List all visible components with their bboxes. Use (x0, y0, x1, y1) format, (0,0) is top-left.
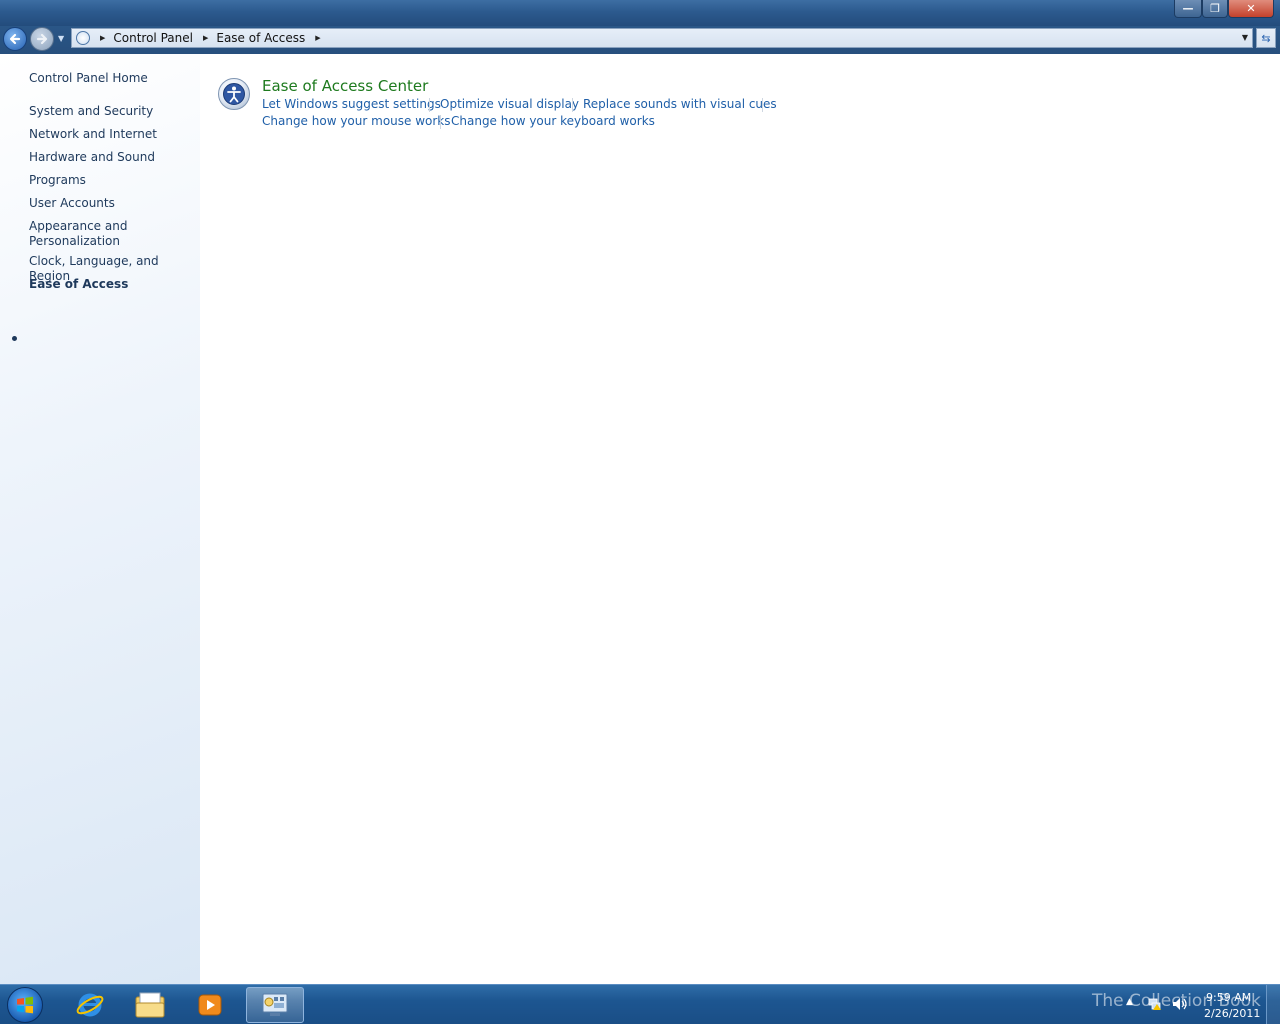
clock-time[interactable]: 9:59 AM (1206, 991, 1251, 1004)
change-mouse-settings-link[interactable]: Change how your mouse works (262, 114, 451, 128)
sidebar-item-system-and-security[interactable]: System and Security (29, 104, 194, 119)
show-desktop-button[interactable] (1266, 985, 1280, 1024)
refresh-button[interactable]: ⇆ (1256, 28, 1276, 48)
refresh-icon: ⇆ (1261, 31, 1271, 45)
control-panel-location-icon (76, 31, 90, 45)
taskbar-media-player[interactable] (182, 987, 238, 1023)
breadcrumb-separator-icon[interactable]: ▶ (100, 34, 105, 42)
let-windows-suggest-settings-link[interactable]: Let Windows suggest settings (262, 97, 441, 111)
forward-arrow-icon (36, 33, 48, 45)
back-button[interactable] (3, 27, 27, 51)
minimize-button[interactable]: — (1174, 0, 1202, 18)
internet-explorer-icon (76, 993, 104, 1017)
change-keyboard-settings-link[interactable]: Change how your keyboard works (451, 114, 655, 128)
sidebar-item-user-accounts[interactable]: User Accounts (29, 196, 194, 211)
minimize-icon: — (1182, 2, 1194, 15)
restore-button[interactable]: ❐ (1202, 0, 1228, 18)
link-divider (429, 98, 430, 112)
breadcrumb-control-panel[interactable]: Control Panel (113, 31, 193, 45)
control-panel-icon (262, 993, 288, 1016)
network-icon[interactable] (1148, 997, 1162, 1011)
breadcrumb-separator-icon[interactable]: ▶ (203, 34, 208, 42)
sidebar-item-programs[interactable]: Programs (29, 173, 194, 188)
ease-of-access-center-link[interactable]: Ease of Access Center (262, 77, 428, 95)
active-item-bullet-icon (12, 336, 17, 341)
start-orb-icon (17, 996, 33, 1014)
breadcrumb-ease-of-access[interactable]: Ease of Access (216, 31, 305, 45)
start-button[interactable] (7, 987, 43, 1023)
forward-button[interactable] (30, 27, 54, 51)
accessibility-symbol-icon (223, 83, 245, 105)
sidebar-item-ease-of-access[interactable]: Ease of Access (29, 277, 194, 292)
volume-icon[interactable] (1172, 997, 1188, 1011)
recent-pages-dropdown-icon[interactable]: ▼ (58, 34, 64, 43)
close-button[interactable]: ✕ (1228, 0, 1274, 18)
address-dropdown-icon[interactable]: ▼ (1242, 33, 1248, 42)
link-divider (762, 98, 763, 112)
replace-sounds-with-visual-cues-link[interactable]: Replace sounds with visual cues (583, 97, 777, 111)
sidebar: Control Panel Home System and Security N… (0, 54, 200, 984)
windows-explorer-icon (135, 992, 165, 1018)
show-hidden-icons-icon[interactable]: ▲ (1126, 997, 1133, 1007)
main-content: Ease of Access Center Let Windows sugges… (200, 54, 1280, 984)
restore-icon: ❐ (1210, 2, 1220, 15)
navigation-bar: ▼ ▶ Control Panel ▶ Ease of Access ▶ ▼ ⇆ (0, 26, 1280, 54)
link-divider (572, 98, 573, 112)
optimize-visual-display-link[interactable]: Optimize visual display (440, 97, 579, 111)
link-divider (440, 115, 441, 129)
address-bar[interactable]: ▶ Control Panel ▶ Ease of Access ▶ ▼ (71, 28, 1253, 48)
clock-date[interactable]: 2/26/2011 (1204, 1007, 1260, 1020)
taskbar-internet-explorer[interactable] (62, 987, 118, 1023)
taskbar-windows-explorer[interactable] (122, 987, 178, 1023)
window-title-bar[interactable]: — ❐ ✕ (0, 0, 1280, 26)
sidebar-item-network-and-internet[interactable]: Network and Internet (29, 127, 194, 142)
sidebar-item-hardware-and-sound[interactable]: Hardware and Sound (29, 150, 194, 165)
back-arrow-icon (9, 33, 21, 45)
sidebar-item-appearance-and-personalization[interactable]: Appearance and Personalization (29, 219, 129, 249)
taskbar: The Collection Book ▲ 9:59 AM 2/26/2011 (0, 984, 1280, 1024)
ease-of-access-icon[interactable] (218, 78, 250, 110)
media-player-icon (198, 994, 222, 1016)
close-icon: ✕ (1246, 2, 1256, 15)
sidebar-item-control-panel-home[interactable]: Control Panel Home (29, 71, 194, 86)
taskbar-control-panel-active[interactable] (246, 987, 304, 1023)
breadcrumb-separator-icon[interactable]: ▶ (315, 34, 320, 42)
